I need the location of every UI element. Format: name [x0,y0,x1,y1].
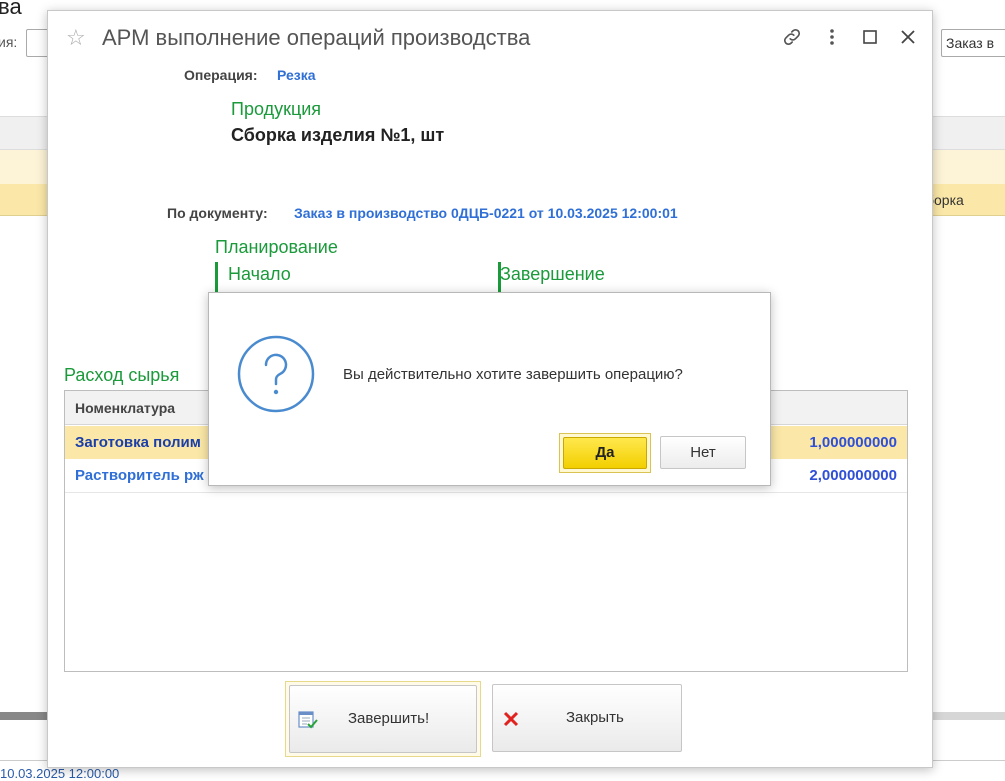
row-nomenclature[interactable]: Растворитель рж [75,467,204,484]
planning-end-label: Завершение [500,264,605,284]
row-nomenclature[interactable]: Заготовка полим [75,434,201,451]
product-value: Сборка изделия №1, шт [231,125,445,145]
yes-button[interactable]: Да [563,437,647,469]
planning-start-label: Начало [228,264,291,284]
row-quantity: 2,000000000 [809,467,897,484]
close-button-label: Закрыть [566,709,624,726]
finish-document-icon [298,710,318,735]
background-search-input[interactable]: Заказ в [941,29,1005,57]
planning-start-marker [215,262,218,292]
planning-label: Планирование [215,237,338,257]
no-button[interactable]: Нет [660,436,746,469]
operation-link[interactable]: Резка [277,67,316,83]
more-menu-icon[interactable] [818,23,846,51]
close-button[interactable]: Закрыть [492,684,682,752]
maximize-icon[interactable] [856,23,884,51]
finish-button-label: Завершить! [348,710,430,727]
close-icon[interactable] [894,23,922,51]
finish-button[interactable]: Завершить! [289,685,477,753]
link-icon[interactable] [778,23,806,51]
column-header-nomenclature[interactable]: Номенклатура [75,400,175,416]
confirm-dialog: Вы действительно хотите завершить операц… [208,292,771,486]
question-icon [237,335,315,413]
operation-label: Операция: [184,67,258,83]
dialog-message: Вы действительно хотите завершить операц… [343,366,683,383]
background-title: ва [0,0,22,19]
window-title: АРМ выполнение операций производства [102,25,531,50]
favorite-star-icon[interactable]: ☆ [66,25,86,51]
row-quantity: 1,000000000 [809,434,897,451]
raw-materials-label: Расход сырья [64,365,180,385]
document-label: По документу: [167,205,268,221]
background-filter-label: ия: [0,34,18,50]
finish-button-focus-frame: Завершить! [285,681,481,757]
yes-button-focus-frame: Да [559,433,651,473]
product-label: Продукция [231,99,322,119]
close-x-icon [503,711,519,732]
document-link[interactable]: Заказ в производство 0ДЦБ-0221 от 10.03.… [294,205,678,221]
